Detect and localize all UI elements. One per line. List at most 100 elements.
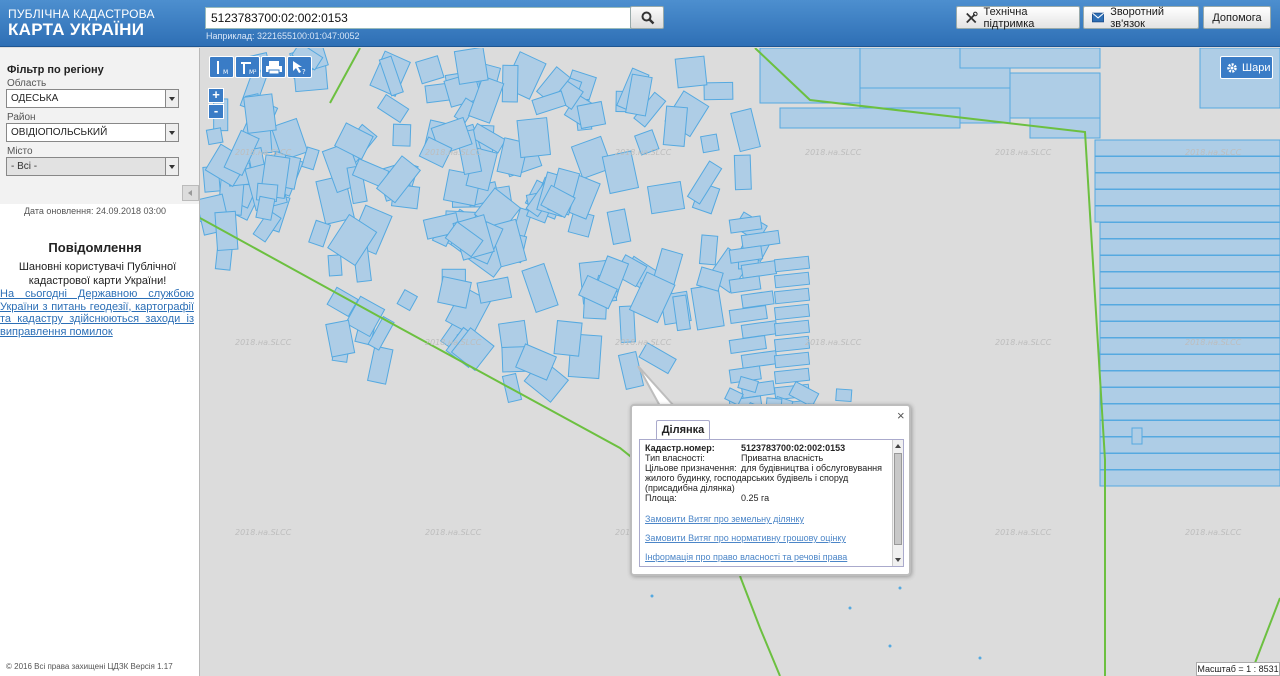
parcel[interactable] — [1099, 255, 1280, 272]
parcel[interactable] — [1099, 387, 1280, 404]
cadastral-map[interactable]: 2018.на.SLCC 2018.на.SLCC 2018.на.SLCC 2018… — [200, 48, 1280, 676]
support-button[interactable]: Технічна підтримка — [956, 6, 1080, 30]
parcel[interactable] — [214, 210, 239, 252]
popup-scrollbar[interactable] — [892, 440, 903, 566]
parcel[interactable] — [1099, 354, 1280, 371]
parcel[interactable] — [1099, 288, 1280, 305]
parcel[interactable] — [392, 123, 412, 147]
parcel[interactable] — [703, 81, 734, 101]
parcel[interactable] — [646, 180, 686, 215]
parcel[interactable] — [773, 319, 811, 337]
parcel[interactable] — [521, 262, 559, 313]
parcel[interactable] — [1099, 453, 1280, 470]
parcel[interactable] — [366, 345, 394, 385]
parcel[interactable] — [674, 55, 708, 89]
parcel[interactable] — [740, 320, 779, 339]
app-logo[interactable]: ПУБЛІЧНА КАДАСТРОВА КАРТА УКРАЇНИ — [8, 8, 155, 38]
parcel[interactable] — [501, 64, 519, 103]
parcel[interactable] — [835, 388, 853, 403]
cadastral-search-input[interactable] — [205, 7, 631, 29]
search-button[interactable] — [630, 6, 664, 29]
parcel[interactable] — [308, 219, 332, 248]
parcel[interactable] — [1099, 436, 1280, 454]
parcel[interactable] — [606, 208, 632, 245]
parcel[interactable] — [1099, 420, 1280, 437]
parcel[interactable] — [700, 133, 720, 154]
measure-distance-button[interactable]: M — [209, 56, 234, 78]
measure-area-button[interactable]: M² — [235, 56, 260, 78]
parcel[interactable] — [1094, 172, 1280, 190]
parcel[interactable] — [1099, 304, 1280, 322]
parcel[interactable] — [1094, 189, 1280, 206]
parcel[interactable] — [662, 105, 688, 147]
parcel[interactable] — [959, 48, 1101, 69]
parcel[interactable] — [733, 154, 752, 191]
parcel[interactable] — [243, 93, 277, 134]
parcel[interactable] — [437, 275, 472, 309]
parcel[interactable] — [1099, 370, 1280, 388]
close-icon[interactable]: × — [897, 408, 905, 423]
feedback-button[interactable]: Зворотний зв'язок — [1083, 6, 1199, 30]
order-valuation-link[interactable]: Замовити Витяг про нормативну грошову оц… — [645, 533, 846, 543]
region-select[interactable]: ОДЕСЬКА — [6, 89, 179, 108]
tab-parcel[interactable]: Ділянка — [656, 420, 710, 440]
parcel[interactable] — [740, 290, 775, 309]
zoom-in-button[interactable]: + — [208, 88, 224, 103]
parcel[interactable] — [773, 271, 811, 289]
parcel[interactable] — [773, 255, 811, 273]
parcel[interactable] — [415, 55, 445, 85]
parcel[interactable] — [1094, 205, 1280, 223]
parcel[interactable] — [728, 335, 767, 354]
layers-button[interactable]: Шари — [1220, 56, 1273, 79]
message-link[interactable]: На сьогодні Державною службою України з … — [0, 288, 194, 339]
parcel[interactable] — [576, 100, 607, 130]
help-button[interactable]: Допомога — [1203, 6, 1271, 29]
parcel[interactable] — [327, 254, 343, 277]
parcel[interactable] — [773, 351, 811, 369]
parcel[interactable] — [476, 276, 513, 304]
parcel[interactable] — [516, 117, 552, 159]
parcel[interactable] — [1009, 72, 1101, 119]
map-watermark: 2018.на.SLCC — [615, 148, 672, 157]
parcel[interactable] — [1099, 321, 1280, 338]
parcel[interactable] — [396, 289, 419, 312]
region-label: Область — [7, 78, 47, 89]
logo-line1: ПУБЛІЧНА КАДАСТРОВА — [8, 7, 155, 21]
parcel[interactable] — [690, 283, 725, 331]
parcel[interactable] — [1099, 469, 1280, 487]
parcel[interactable] — [1099, 238, 1280, 256]
parcel[interactable] — [1099, 222, 1280, 239]
collapse-sidebar-button[interactable] — [182, 185, 199, 201]
parcel[interactable] — [730, 107, 761, 153]
print-button[interactable] — [261, 56, 286, 78]
parcel[interactable] — [1099, 403, 1280, 421]
parcel[interactable] — [453, 48, 489, 85]
parcel[interactable] — [1029, 117, 1101, 139]
printer-icon — [266, 61, 282, 75]
parcel[interactable] — [531, 90, 567, 116]
parcel[interactable] — [205, 127, 224, 146]
parcel[interactable] — [1094, 156, 1280, 173]
parcel[interactable] — [779, 107, 961, 129]
parcel[interactable] — [1131, 427, 1143, 445]
parcel[interactable] — [376, 93, 410, 124]
message-text: Шановні користувачі Публічної кадастрово… — [18, 261, 177, 288]
envelope-icon — [1092, 12, 1105, 23]
zoom-out-button[interactable]: - — [208, 104, 224, 119]
parcel[interactable] — [728, 304, 768, 325]
map-canvas[interactable]: 2018.на.SLCC 2018.на.SLCC 2018.на.SLCC 2018… — [200, 48, 1280, 676]
parcel[interactable] — [773, 367, 811, 385]
parcel[interactable] — [1099, 271, 1280, 289]
scrollbar-thumb[interactable] — [894, 453, 902, 545]
city-select[interactable]: - Всі - — [6, 157, 179, 176]
parcel[interactable] — [773, 287, 811, 305]
ownership-info-link[interactable]: Інформація про право власності та речові… — [645, 552, 847, 562]
parcel[interactable] — [553, 319, 583, 357]
identify-button[interactable]: ? — [287, 56, 312, 78]
parcel[interactable] — [759, 48, 861, 104]
district-select[interactable]: ОВІДІОПОЛЬСЬКИЙ — [6, 123, 179, 142]
order-extract-link[interactable]: Замовити Витяг про земельну ділянку — [645, 514, 804, 524]
parcel[interactable] — [698, 234, 719, 266]
parcel[interactable] — [773, 303, 811, 321]
parcel[interactable] — [601, 150, 640, 195]
